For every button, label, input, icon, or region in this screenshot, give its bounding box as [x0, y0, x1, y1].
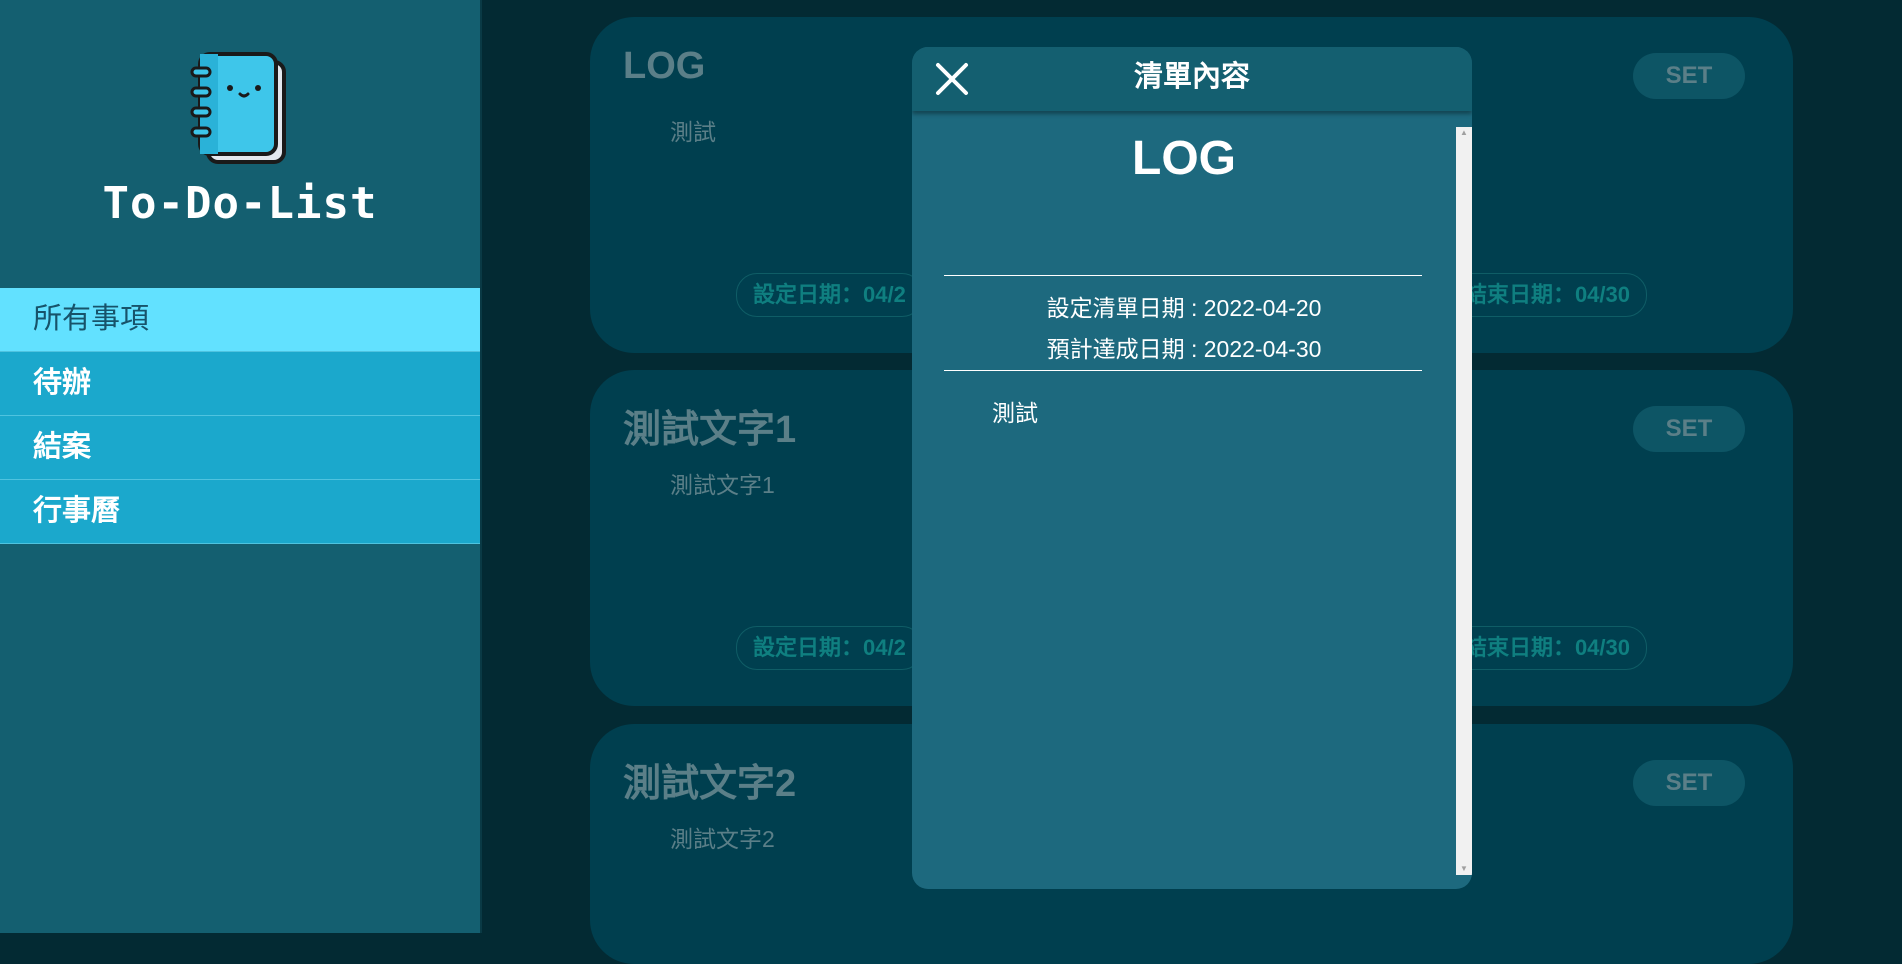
set-date-badge: 設定日期：04/2	[736, 273, 923, 317]
end-date-badge: 結束日期：04/30	[1447, 273, 1647, 317]
scroll-down-icon[interactable]: ▼	[1456, 863, 1472, 875]
set-button[interactable]: SET	[1633, 53, 1745, 99]
item-title: LOG	[1132, 132, 1236, 185]
card-title: LOG	[623, 45, 706, 87]
item-content: 測試	[992, 400, 1038, 426]
divider	[944, 370, 1422, 371]
sidebar-item-closed[interactable]: 結案	[0, 416, 480, 480]
notebook-icon	[190, 52, 286, 164]
sidebar-item-todo[interactable]: 待辦	[0, 352, 480, 416]
set-button[interactable]: SET	[1633, 406, 1745, 452]
due-date-line: 預計達成日期 : 2022-04-30	[1046, 336, 1322, 362]
sidebar-item-all[interactable]: 所有事項	[0, 288, 480, 352]
card-description: 測試	[670, 119, 716, 145]
close-icon[interactable]	[932, 59, 972, 99]
sidebar-nav: 所有事項 待辦 結案 行事曆	[0, 288, 480, 544]
app-title: To-Do-List	[102, 178, 378, 229]
card-description: 測試文字2	[670, 826, 775, 852]
scroll-up-icon[interactable]: ▲	[1456, 127, 1472, 139]
end-date-badge: 結束日期：04/30	[1447, 626, 1647, 670]
set-date-badge: 設定日期：04/2	[736, 626, 923, 670]
modal-body: LOG 設定清單日期 : 2022-04-20 預計達成日期 : 2022-04…	[912, 111, 1456, 889]
set-date-line: 設定清單日期 : 2022-04-20	[1046, 295, 1322, 321]
card-title: 測試文字1	[623, 409, 797, 451]
sidebar-item-calendar[interactable]: 行事曆	[0, 480, 480, 544]
modal-title: 清單內容	[1133, 61, 1250, 93]
sidebar: To-Do-List 所有事項 待辦 結案 行事曆	[0, 0, 482, 933]
card-description: 測試文字1	[670, 472, 775, 498]
modal-header: 清單內容	[912, 47, 1472, 111]
divider	[944, 275, 1422, 276]
card-title: 測試文字2	[623, 763, 797, 805]
detail-modal: 清單內容 LOG 設定清單日期 : 2022-04-20 預計達成日期 : 20…	[912, 47, 1472, 889]
set-button[interactable]: SET	[1633, 760, 1745, 806]
scrollbar[interactable]: ▲ ▼	[1456, 127, 1472, 875]
